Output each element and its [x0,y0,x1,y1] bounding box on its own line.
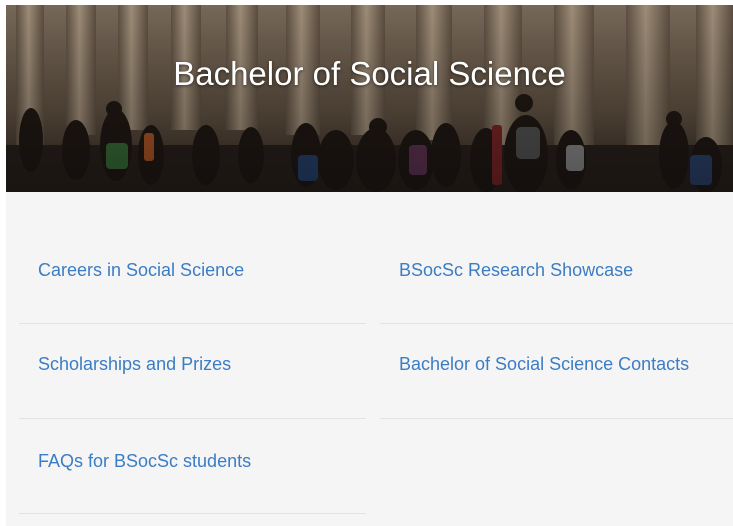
link-cell-contacts: Bachelor of Social Science Contacts [380,324,733,419]
scholarships-link[interactable]: Scholarships and Prizes [38,352,231,376]
link-cell-scholarships: Scholarships and Prizes [19,324,366,419]
careers-link[interactable]: Careers in Social Science [38,258,244,282]
link-cell-careers: Careers in Social Science [19,192,366,324]
page-title: Bachelor of Social Science [173,55,566,92]
hero-banner: Bachelor of Social Science [6,5,733,192]
page: Bachelor of Social Science Careers in So… [0,0,733,526]
contacts-link[interactable]: Bachelor of Social Science Contacts [399,352,699,376]
faqs-link[interactable]: FAQs for BSocSc students [38,449,251,473]
link-cell-research-showcase: BSocSc Research Showcase [380,192,733,324]
link-cell-faqs: FAQs for BSocSc students [19,419,366,514]
research-showcase-link[interactable]: BSocSc Research Showcase [399,258,633,282]
quick-links-panel: Careers in Social Science BSocSc Researc… [6,192,733,526]
hero-background-image [6,5,733,192]
